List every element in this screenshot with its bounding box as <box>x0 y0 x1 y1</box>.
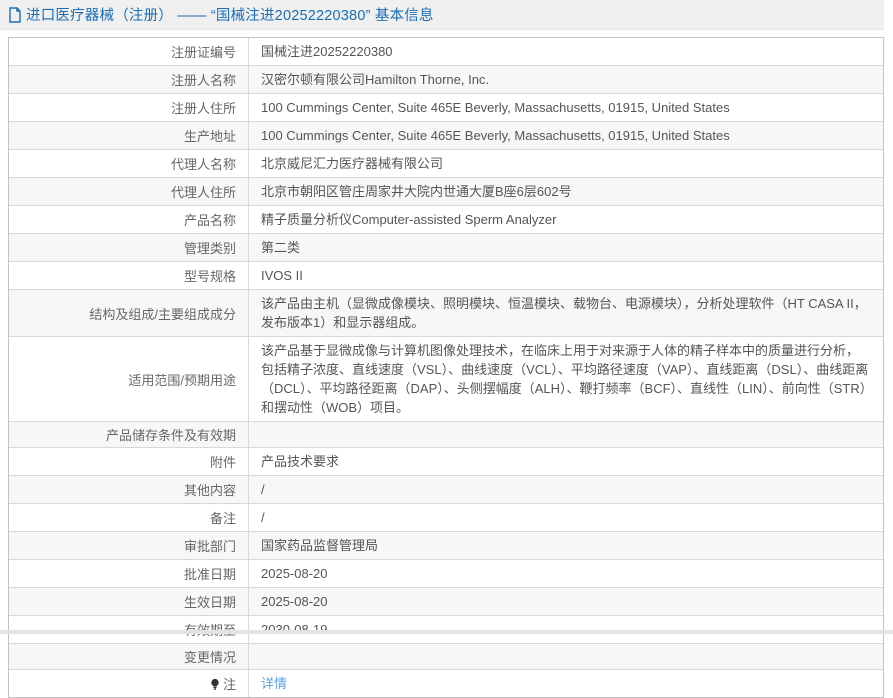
row-value: 该产品由主机（显微成像模块、照明模块、恒温模块、载物台、电源模块），分析处理软件… <box>249 290 883 336</box>
row-value: 汉密尔顿有限公司Hamilton Thorne, Inc. <box>249 66 883 93</box>
row-label: 结构及组成/主要组成成分 <box>9 290 249 336</box>
row-label: 生效日期 <box>9 588 249 615</box>
row-label: 注册人名称 <box>9 66 249 93</box>
row-label: 附件 <box>9 448 249 475</box>
table-row: 结构及组成/主要组成成分该产品由主机（显微成像模块、照明模块、恒温模块、载物台、… <box>9 290 883 337</box>
row-label: 适用范围/预期用途 <box>9 337 249 421</box>
table-row: 注 详情 <box>9 670 883 697</box>
row-value: 该产品基于显微成像与计算机图像处理技术，在临床上用于对来源于人体的精子样本中的质… <box>249 337 883 421</box>
table-row: 型号规格IVOS II <box>9 262 883 290</box>
row-label: 产品储存条件及有效期 <box>9 422 249 447</box>
row-value: 100 Cummings Center, Suite 465E Beverly,… <box>249 122 883 149</box>
lightbulb-icon <box>210 678 220 691</box>
table-row: 生效日期2025-08-20 <box>9 588 883 616</box>
row-label-text: 注 <box>223 674 236 693</box>
row-label: 批准日期 <box>9 560 249 587</box>
row-label: 其他内容 <box>9 476 249 503</box>
document-icon <box>8 7 22 23</box>
row-label: 变更情况 <box>9 644 249 669</box>
row-label: 注册证编号 <box>9 38 249 65</box>
row-label: 审批部门 <box>9 532 249 559</box>
row-value: / <box>249 476 883 503</box>
row-label: 代理人名称 <box>9 150 249 177</box>
table-row: 注册证编号国械注进20252220380 <box>9 38 883 66</box>
row-value: 国家药品监督管理局 <box>249 532 883 559</box>
row-label: 型号规格 <box>9 262 249 289</box>
row-value: 2025-08-20 <box>249 588 883 615</box>
row-value: 2025-08-20 <box>249 560 883 587</box>
row-label: 产品名称 <box>9 206 249 233</box>
row-label-note: 注 <box>9 670 249 697</box>
page-footer-strip <box>0 630 893 634</box>
details-link[interactable]: 详情 <box>261 674 287 693</box>
table-row: 审批部门国家药品监督管理局 <box>9 532 883 560</box>
table-row: 管理类别第二类 <box>9 234 883 262</box>
table-row: 注册人住所100 Cummings Center, Suite 465E Bev… <box>9 94 883 122</box>
table-row: 其他内容/ <box>9 476 883 504</box>
row-label: 备注 <box>9 504 249 531</box>
table-row: 产品储存条件及有效期 <box>9 422 883 448</box>
table-row: 批准日期2025-08-20 <box>9 560 883 588</box>
table-row: 产品名称精子质量分析仪Computer-assisted Sperm Analy… <box>9 206 883 234</box>
row-value: 详情 <box>249 670 883 697</box>
row-value: 北京威尼汇力医疗器械有限公司 <box>249 150 883 177</box>
row-label: 管理类别 <box>9 234 249 261</box>
table-row: 附件产品技术要求 <box>9 448 883 476</box>
table-row: 备注/ <box>9 504 883 532</box>
table-row: 适用范围/预期用途该产品基于显微成像与计算机图像处理技术，在临床上用于对来源于人… <box>9 337 883 422</box>
row-value: 北京市朝阳区管庄周家井大院内世通大厦B座6层602号 <box>249 178 883 205</box>
row-value: IVOS II <box>249 262 883 289</box>
row-value <box>249 422 883 447</box>
page-title: 进口医疗器械（注册） —— “国械注进20252220380” 基本信息 <box>26 4 434 25</box>
row-value: 精子质量分析仪Computer-assisted Sperm Analyzer <box>249 206 883 233</box>
table-row: 变更情况 <box>9 644 883 670</box>
row-label: 代理人住所 <box>9 178 249 205</box>
row-value: 国械注进20252220380 <box>249 38 883 65</box>
row-value: 100 Cummings Center, Suite 465E Beverly,… <box>249 94 883 121</box>
row-value: 第二类 <box>249 234 883 261</box>
row-label: 注册人住所 <box>9 94 249 121</box>
table-row: 注册人名称汉密尔顿有限公司Hamilton Thorne, Inc. <box>9 66 883 94</box>
row-value: / <box>249 504 883 531</box>
row-value <box>249 644 883 669</box>
table-row: 生产地址100 Cummings Center, Suite 465E Beve… <box>9 122 883 150</box>
registration-info-table: 注册证编号国械注进20252220380 注册人名称汉密尔顿有限公司Hamilt… <box>8 37 884 698</box>
row-value: 产品技术要求 <box>249 448 883 475</box>
table-row: 代理人名称北京威尼汇力医疗器械有限公司 <box>9 150 883 178</box>
row-label: 生产地址 <box>9 122 249 149</box>
table-row: 代理人住所北京市朝阳区管庄周家井大院内世通大厦B座6层602号 <box>9 178 883 206</box>
page-header: 进口医疗器械（注册） —— “国械注进20252220380” 基本信息 <box>0 0 884 30</box>
